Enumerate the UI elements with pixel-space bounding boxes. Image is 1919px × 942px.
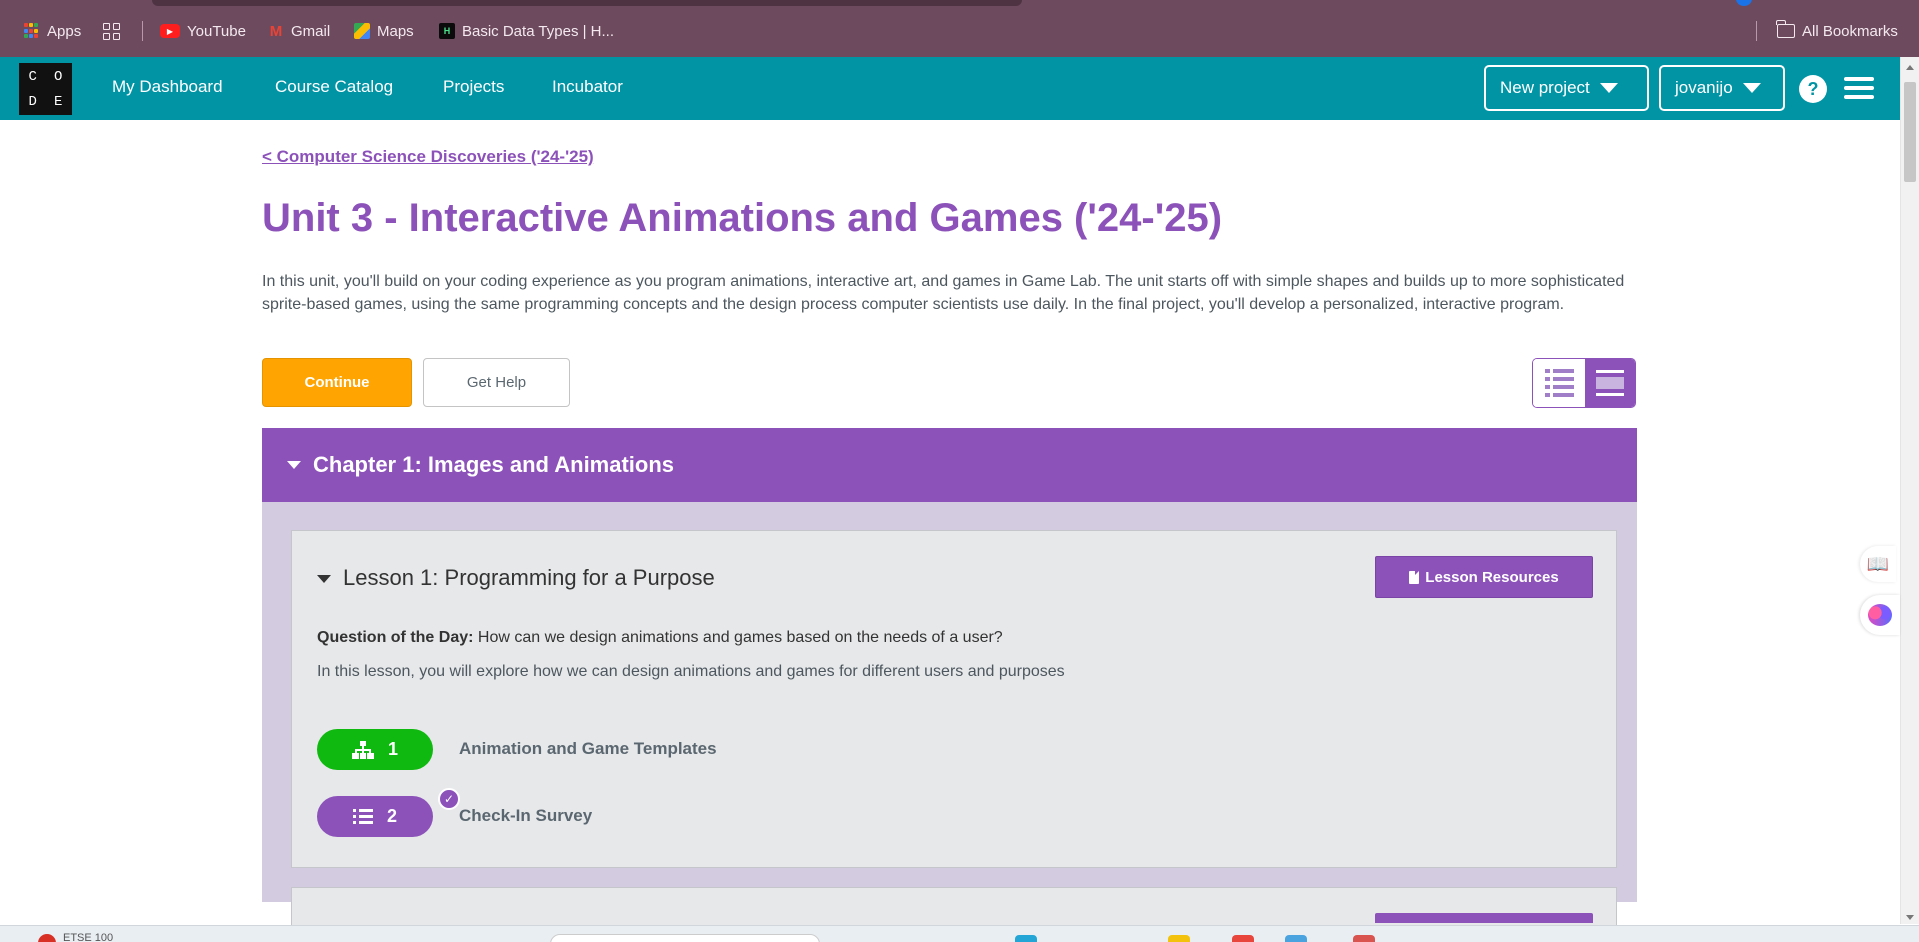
- logo-letter: E: [54, 93, 63, 110]
- chapter-title: Chapter 1: Images and Animations: [313, 452, 675, 477]
- document-icon: [1409, 570, 1420, 584]
- bookmark-separator: [142, 21, 143, 41]
- gmail-icon: M: [269, 22, 283, 40]
- taskbar-search[interactable]: [550, 934, 820, 942]
- bookmark-label: YouTube: [187, 22, 246, 40]
- bookmark-separator: [1756, 21, 1757, 41]
- scroll-down-arrow-icon[interactable]: [1906, 915, 1914, 920]
- bookmark-label: Apps: [47, 22, 82, 40]
- nav-projects[interactable]: Projects: [443, 77, 504, 97]
- brain-icon: [1868, 604, 1892, 626]
- qotd-label: Question of the Day:: [317, 629, 474, 646]
- ai-assistant-button[interactable]: [1860, 595, 1900, 635]
- bookmark-gmail[interactable]: M Gmail: [268, 20, 330, 42]
- sitemap-icon: [351, 740, 374, 759]
- lesson-resources-button[interactable]: Lesson Resources: [1375, 556, 1593, 598]
- os-taskbar: ETSE 100: [0, 925, 1919, 942]
- level-number: 1: [387, 739, 398, 759]
- stock-icon: [38, 934, 56, 942]
- nav-incubator[interactable]: Incubator: [552, 77, 623, 97]
- list-icon: [352, 809, 373, 824]
- grid-icon: [103, 22, 120, 40]
- taskbar-app-icon[interactable]: [1353, 935, 1375, 942]
- bookmark-youtube[interactable]: ▶ YouTube: [160, 20, 246, 42]
- get-help-button[interactable]: Get Help: [423, 358, 570, 407]
- code-logo[interactable]: C O D E: [19, 63, 72, 115]
- qotd-text: How can we design animations and games b…: [477, 629, 1003, 646]
- caret-down-icon: [287, 461, 301, 469]
- chapter-header[interactable]: Chapter 1: Images and Animations: [262, 428, 1637, 502]
- question-of-the-day: Question of the Day: How can we design a…: [317, 629, 1003, 647]
- nav-my-dashboard[interactable]: My Dashboard: [112, 77, 223, 97]
- scroll-up-arrow-icon[interactable]: [1906, 65, 1914, 70]
- stock-text: ETSE 100: [63, 932, 114, 942]
- logo-letter: D: [28, 93, 37, 110]
- tab-groups-button[interactable]: [103, 20, 120, 42]
- level-pill-1[interactable]: 1: [317, 729, 433, 770]
- bookmark-label: Basic Data Types | H...: [462, 22, 615, 40]
- logo-letter: C: [28, 68, 37, 85]
- user-name: jovanijo: [1675, 78, 1733, 97]
- new-project-button[interactable]: New project: [1484, 65, 1649, 111]
- lesson-card: Lesson 1: Programming for a Purpose Less…: [291, 530, 1617, 868]
- hamburger-menu-icon[interactable]: [1844, 77, 1874, 99]
- logo-letter: O: [54, 68, 63, 85]
- list-view-icon[interactable]: [1533, 359, 1585, 407]
- taskbar-app-icon[interactable]: [1015, 935, 1037, 942]
- bookmarks-bar: Apps ▶ YouTube M Gmail Maps H Basic Data…: [0, 0, 1919, 57]
- detail-view-icon[interactable]: [1585, 359, 1635, 407]
- page-scrollbar[interactable]: [1900, 57, 1919, 924]
- lesson-card: [291, 887, 1617, 927]
- page-title: Unit 3 - Interactive Animations and Game…: [262, 196, 1223, 240]
- lesson-resources-button[interactable]: [1375, 913, 1593, 923]
- all-bookmarks-button[interactable]: All Bookmarks: [1776, 20, 1898, 42]
- bookmark-maps[interactable]: Maps: [354, 20, 414, 42]
- chevron-down-icon: [1742, 83, 1761, 93]
- breadcrumb[interactable]: < Computer Science Discoveries ('24-'25): [262, 147, 594, 167]
- check-icon: ✓: [438, 788, 460, 810]
- all-bookmarks-label: All Bookmarks: [1802, 22, 1898, 40]
- new-project-label: New project: [1500, 78, 1590, 97]
- caret-down-icon[interactable]: [317, 575, 331, 583]
- apps-icon: [24, 23, 40, 39]
- taskbar-app-icon[interactable]: [1232, 935, 1254, 942]
- help-icon[interactable]: ?: [1799, 75, 1827, 103]
- unit-description: In this unit, you'll build on your codin…: [262, 273, 1625, 313]
- view-toggle: [1532, 358, 1636, 408]
- bookmark-basic-data-types[interactable]: H Basic Data Types | H...: [439, 20, 614, 42]
- level-name[interactable]: Animation and Game Templates: [459, 739, 717, 759]
- taskbar-app-icon[interactable]: [1168, 935, 1190, 942]
- lesson-title[interactable]: Lesson 1: Programming for a Purpose: [343, 565, 715, 591]
- continue-button[interactable]: Continue: [262, 358, 412, 407]
- user-menu-button[interactable]: jovanijo: [1659, 65, 1785, 111]
- nav-course-catalog[interactable]: Course Catalog: [275, 77, 393, 97]
- level-number: 2: [386, 806, 397, 826]
- chevron-down-icon: [1599, 83, 1618, 93]
- site-header: C O D E My Dashboard Course Catalog Proj…: [0, 57, 1900, 120]
- hackerrank-icon: H: [439, 23, 455, 39]
- bookmark-label: Gmail: [291, 22, 331, 40]
- chapter-section: Chapter 1: Images and Animations Lesson …: [262, 428, 1637, 927]
- browser-address-bar-edge: [152, 0, 1022, 6]
- folder-icon: [1776, 20, 1795, 38]
- level-name[interactable]: Check-In Survey: [459, 806, 592, 826]
- lesson-resources-label: Lesson Resources: [1425, 568, 1559, 586]
- bookmark-label: Maps: [377, 22, 414, 40]
- taskbar-app-icon[interactable]: [1285, 935, 1307, 942]
- lesson-description: In this lesson, you will explore how we …: [317, 663, 1065, 680]
- profile-avatar-edge[interactable]: [1736, 0, 1752, 6]
- youtube-icon: ▶: [160, 24, 180, 38]
- bookmark-apps[interactable]: Apps: [24, 20, 81, 42]
- scrollbar-thumb[interactable]: [1904, 82, 1916, 182]
- maps-icon: [354, 23, 370, 39]
- level-pill-2[interactable]: 2 ✓: [317, 788, 460, 837]
- book-icon[interactable]: 📖: [1860, 546, 1896, 582]
